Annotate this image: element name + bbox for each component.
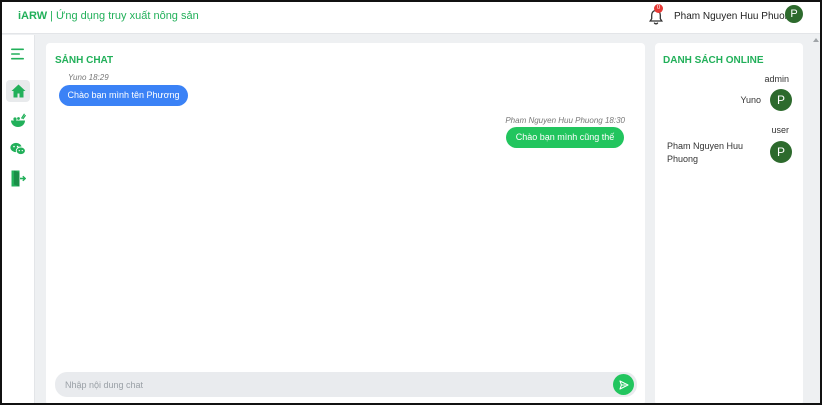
notification-badge: 0 [654, 4, 663, 13]
sidebar-item-home[interactable] [6, 80, 30, 102]
group-label-admin: admin [764, 74, 789, 84]
sidebar-item-logout[interactable] [6, 167, 30, 189]
sidebar [2, 35, 35, 403]
sidebar-item-products[interactable] [6, 109, 30, 131]
online-title: DANH SÁCH ONLINE [663, 55, 764, 66]
brand-subtitle: Ứng dụng truy xuất nông sản [56, 10, 199, 22]
message-bubble: Chào bạn mình cũng thế [506, 127, 624, 148]
send-button[interactable] [613, 374, 634, 395]
message-sender: Yuno [68, 73, 87, 82]
top-bar: iARW | Ứng dụng truy xuất nông sản 0 Pham … [2, 2, 820, 34]
group-label-user: user [771, 125, 789, 135]
chat-title: SẢNH CHAT [55, 55, 114, 66]
sidebar-menu-toggle[interactable] [6, 43, 30, 65]
brand[interactable]: iARW | Ứng dụng truy xuất nông sản [18, 10, 199, 22]
sidebar-item-chat[interactable] [6, 138, 30, 160]
scroll-up-arrow-icon[interactable] [813, 38, 819, 42]
chat-icon [10, 142, 26, 156]
chat-input[interactable] [55, 372, 605, 397]
header-avatar[interactable]: P [785, 5, 803, 23]
message-time: 18:29 [88, 73, 109, 82]
message-meta: Pham Nguyen Huu Phuong 18:30 [505, 116, 625, 125]
message-bubble: Chào bạn mình tên Phương [59, 85, 188, 106]
online-user-name[interactable]: Pham Nguyen Huu Phuong [667, 140, 757, 166]
online-panel: DANH SÁCH ONLINE admin Yuno P user Pham … [655, 43, 803, 403]
brand-name: iARW [18, 10, 48, 22]
food-bowl-icon [11, 112, 26, 127]
message-time: 18:30 [604, 116, 625, 125]
chat-input-bar [55, 372, 637, 397]
page-scrollbar[interactable] [811, 35, 820, 403]
message-meta: Yuno 18:29 [68, 73, 109, 82]
logout-icon [11, 170, 26, 186]
online-user-avatar[interactable]: P [770, 141, 792, 163]
menu-icon [11, 48, 24, 60]
brand-separator: | [50, 10, 53, 22]
send-icon [618, 379, 629, 390]
online-user-avatar[interactable]: P [770, 89, 792, 111]
home-icon [11, 84, 25, 98]
chat-panel: SẢNH CHAT Yuno 18:29 Chào bạn mình tên P… [46, 43, 645, 403]
app-window: iARW | Ứng dụng truy xuất nông sản 0 Pham … [0, 0, 822, 405]
header-user-name[interactable]: Pham Nguyen Huu Phuong [674, 11, 796, 22]
online-user-name[interactable]: Yuno [740, 94, 761, 107]
message-sender: Pham Nguyen Huu Phuong [505, 116, 603, 125]
